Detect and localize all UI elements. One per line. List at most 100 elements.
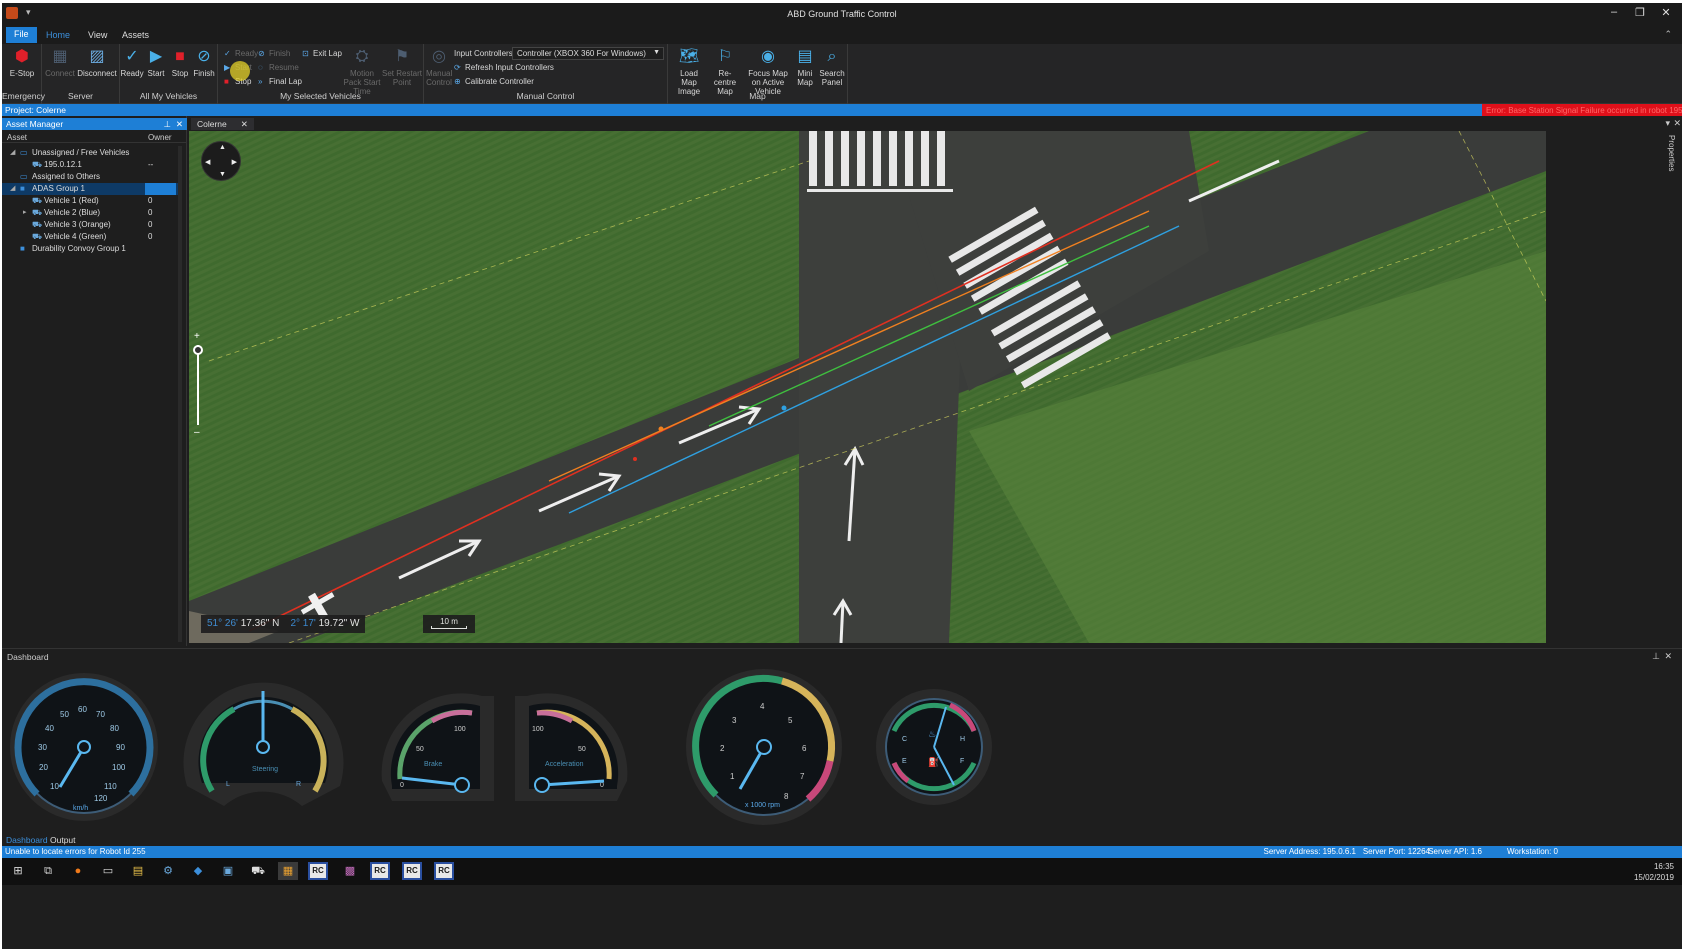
- rpm-tick: 8: [784, 792, 789, 801]
- network-tool-icon[interactable]: ⚙: [158, 862, 178, 880]
- speed-tick: 120: [94, 794, 108, 803]
- no-entry-icon: ⊘: [197, 48, 211, 65]
- tab-file[interactable]: File: [6, 27, 37, 43]
- tree-item-adas-group[interactable]: ◢ ■ ADAS Group 1: [2, 183, 182, 195]
- steering-right: R: [296, 781, 301, 788]
- set-restart-point-button[interactable]: ⚑ Set Restart Point: [382, 48, 422, 87]
- expand-arrow-icon[interactable]: ▸: [23, 208, 27, 216]
- rc-app-icon[interactable]: RC: [434, 862, 454, 880]
- rc-app-icon[interactable]: RC: [370, 862, 390, 880]
- close-window-button[interactable]: ✕: [1654, 6, 1678, 19]
- load-map-image-button[interactable]: 🗺︎ Load Map Image: [672, 48, 706, 96]
- error-banner[interactable]: Error: Base Station Signal Failure occur…: [1482, 104, 1682, 116]
- pin-icon[interactable]: ⊥: [1652, 651, 1660, 662]
- finish-selected-button[interactable]: ⊘ Finish: [258, 49, 290, 58]
- finish-all-button[interactable]: ⊘ Finish: [192, 48, 216, 78]
- brake-label: Brake: [424, 761, 442, 768]
- tree-item-unassigned[interactable]: ◢ ▭ Unassigned / Free Vehicles: [2, 147, 182, 159]
- properties-panel-collapsed[interactable]: Properties: [1546, 131, 1682, 643]
- tree-item-durability-convoy[interactable]: ■ Durability Convoy Group 1: [2, 243, 182, 255]
- column-asset[interactable]: Asset: [7, 133, 27, 142]
- ground-traffic-control-icon[interactable]: ▦: [278, 862, 298, 880]
- check-icon: ✓: [125, 48, 139, 65]
- tree-item-vehicle-2[interactable]: ▸ ⛟ Vehicle 2 (Blue) 0: [2, 207, 182, 219]
- satellite-map[interactable]: ▲ ▼ ◀ ▶ + – 51° 26' 17.36" N 2° 17' 19.7…: [189, 131, 1546, 643]
- zoom-slider[interactable]: + –: [193, 331, 203, 441]
- tree-item-assigned-others[interactable]: ▭ Assigned to Others: [2, 171, 182, 183]
- rpm-tick: 7: [800, 772, 805, 781]
- pan-control[interactable]: ▲ ▼ ◀ ▶: [201, 141, 241, 181]
- pan-up-icon[interactable]: ▲: [219, 144, 226, 151]
- refresh-input-controllers-button[interactable]: ⟳ Refresh Input Controllers: [454, 63, 554, 72]
- stop-all-button[interactable]: ■ Stop: [168, 48, 192, 78]
- collapse-arrow-icon[interactable]: ◢: [10, 148, 15, 156]
- monitor-app-icon[interactable]: ▩: [340, 862, 360, 880]
- zoom-in-button[interactable]: +: [194, 331, 200, 342]
- zoom-track[interactable]: [197, 345, 199, 425]
- tab-dashboard[interactable]: Dashboard: [6, 835, 48, 845]
- zoom-thumb[interactable]: [193, 345, 203, 355]
- connect-button[interactable]: ▦ Connect: [44, 48, 76, 78]
- task-view-icon[interactable]: ⧉: [38, 862, 58, 880]
- tab-view[interactable]: View: [80, 28, 115, 42]
- calibrate-controller-button[interactable]: ⊕ Calibrate Controller: [454, 77, 534, 86]
- ready-selected-button[interactable]: ✓ Ready: [224, 49, 258, 58]
- recentre-map-button[interactable]: ⚐ Re-centre Map: [708, 48, 742, 96]
- collapse-ribbon-button[interactable]: ⌃: [1664, 29, 1672, 40]
- ready-all-button[interactable]: ✓ Ready: [120, 48, 144, 78]
- firefox-icon[interactable]: ●: [68, 862, 88, 880]
- pin-icon[interactable]: ⊥: [164, 119, 171, 130]
- steering-label: Steering: [252, 766, 278, 773]
- tab-output[interactable]: Output: [50, 835, 76, 845]
- start-all-button[interactable]: ▶ Start: [144, 48, 168, 78]
- tab-colerne[interactable]: Colerne ✕: [191, 118, 254, 130]
- pan-down-icon[interactable]: ▼: [219, 171, 226, 178]
- minimize-button[interactable]: –: [1602, 6, 1626, 18]
- exit-lap-button[interactable]: ⊡ Exit Lap: [302, 49, 342, 58]
- tab-home[interactable]: Home: [38, 28, 78, 42]
- focus-map-button[interactable]: ◉ Focus Map on Active Vehicle: [744, 48, 792, 96]
- properties-tab[interactable]: Properties: [1667, 135, 1676, 171]
- window-app-icon[interactable]: ▣: [218, 862, 238, 880]
- map-imagery[interactable]: [189, 131, 1546, 643]
- input-controller-select[interactable]: Controller (XBOX 360 For Windows) ▼: [512, 47, 664, 60]
- final-lap-icon: »: [258, 77, 263, 86]
- tab-assets[interactable]: Assets: [114, 28, 157, 42]
- collapse-arrow-icon[interactable]: ◢: [10, 184, 15, 192]
- close-document-icon[interactable]: ✕: [1673, 118, 1681, 129]
- estop-button[interactable]: ⬢ E-Stop: [8, 48, 36, 78]
- motion-pack-start-time-button[interactable]: ⛭ Motion Pack Start Time: [340, 48, 384, 96]
- close-icon[interactable]: ✕: [1664, 651, 1672, 662]
- restore-button[interactable]: ❐: [1628, 6, 1652, 19]
- status-message: Unable to locate errors for Robot Id 255: [5, 847, 146, 856]
- rc-app-icon[interactable]: RC: [402, 862, 422, 880]
- close-tab-icon[interactable]: ✕: [241, 119, 248, 129]
- tree-item-vehicle-3[interactable]: ⛟ Vehicle 3 (Orange) 0: [2, 219, 182, 231]
- owner-cell-selected[interactable]: [145, 183, 176, 195]
- tree-item-vehicle-4[interactable]: ⛟ Vehicle 4 (Green) 0: [2, 231, 182, 243]
- tree-item-vehicle-1[interactable]: ⛟ Vehicle 1 (Red) 0: [2, 195, 182, 207]
- disconnect-button[interactable]: ▨ Disconnect: [76, 48, 118, 78]
- final-lap-button[interactable]: » Final Lap: [258, 77, 302, 86]
- mini-map-button[interactable]: ▤ Mini Map: [794, 48, 816, 87]
- vehicle-app-icon[interactable]: ⛟: [248, 862, 268, 880]
- column-owner[interactable]: Owner: [148, 133, 172, 142]
- resume-button[interactable]: ◌ Resume: [258, 63, 299, 72]
- pan-left-icon[interactable]: ◀: [205, 158, 210, 166]
- file-explorer-icon[interactable]: ▤: [128, 862, 148, 880]
- brake-max: 100: [454, 726, 466, 733]
- manual-control-button[interactable]: ◎ Manual Control: [426, 48, 452, 87]
- rc-app-icon[interactable]: RC: [308, 862, 328, 880]
- search-panel-button[interactable]: ⌕ Search Panel: [818, 48, 846, 87]
- close-icon[interactable]: ✕: [176, 119, 183, 130]
- temp-fuel-gauge: C H E F ♨ ⛽: [876, 689, 992, 805]
- asset-scrollbar[interactable]: [178, 146, 182, 642]
- system-clock[interactable]: 16:35 15/02/2019: [1634, 861, 1674, 883]
- app-cube-icon[interactable]: ◆: [188, 862, 208, 880]
- zoom-out-button[interactable]: –: [194, 427, 200, 438]
- pan-right-icon[interactable]: ▶: [232, 158, 237, 166]
- start-menu-icon[interactable]: ⊞: [8, 862, 28, 880]
- tab-list-dropdown-icon[interactable]: ▾: [1665, 118, 1670, 129]
- terminal-icon[interactable]: ▭: [98, 862, 118, 880]
- tree-item-vehicle[interactable]: ⛟ 195.0.12.1 --: [2, 159, 182, 171]
